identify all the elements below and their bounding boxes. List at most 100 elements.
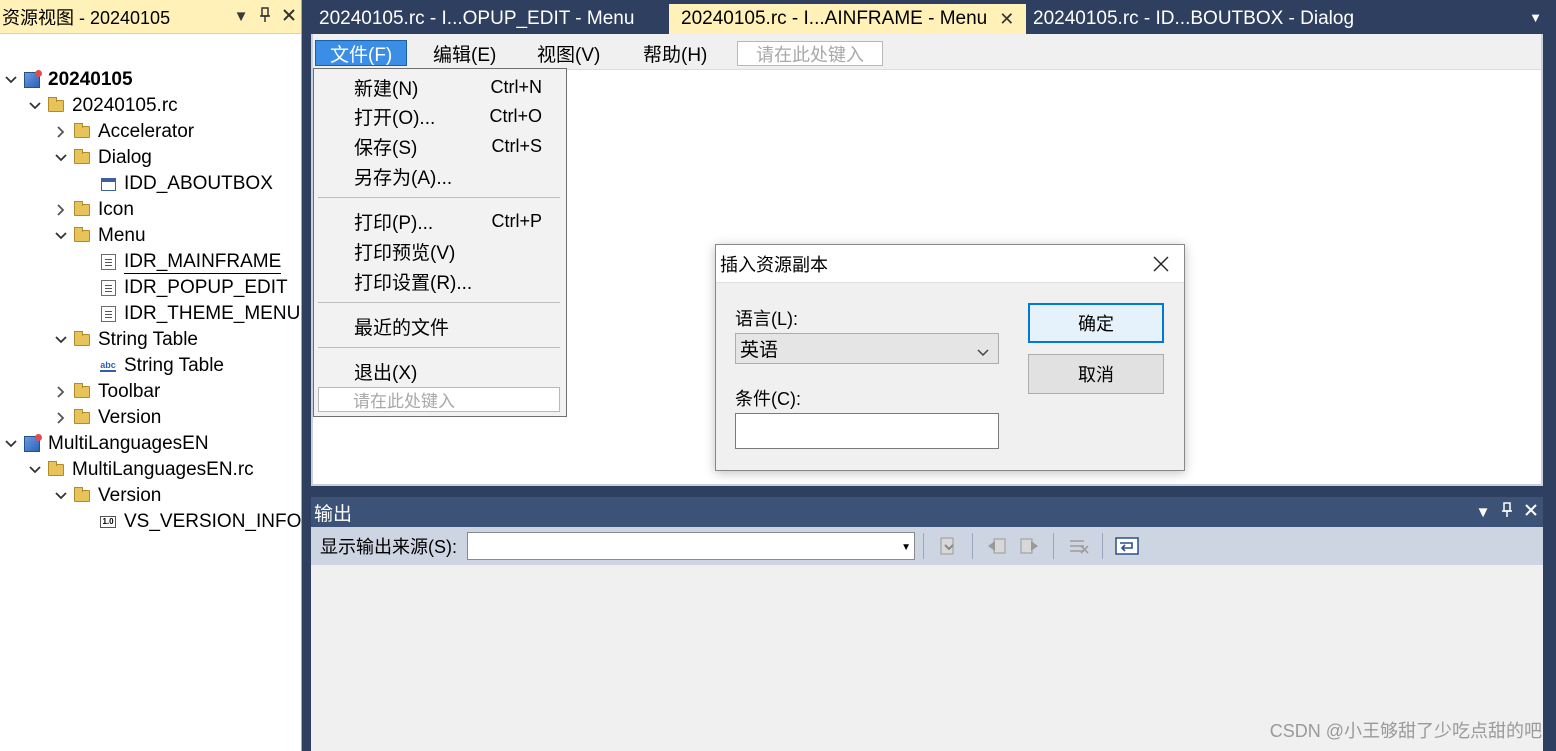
- chevron-down-icon[interactable]: [50, 336, 72, 344]
- tree-item-string-table[interactable]: abc String Table: [76, 353, 224, 379]
- ok-button[interactable]: 确定: [1028, 303, 1164, 343]
- output-title: 输出: [314, 503, 353, 525]
- menu-item-label: 打开(O)...: [354, 107, 436, 129]
- folder-icon: [72, 487, 92, 505]
- chevron-down-icon[interactable]: [24, 466, 46, 474]
- clear-all-icon[interactable]: [1066, 534, 1090, 558]
- output-source-select[interactable]: ▼: [467, 532, 915, 560]
- tab-popup-edit-menu[interactable]: 20240105.rc - I...OPUP_EDIT - Menu: [307, 4, 646, 34]
- chevron-down-icon[interactable]: [50, 492, 72, 500]
- menu-item-exit[interactable]: 退出(X): [354, 357, 554, 385]
- dropdown-icon[interactable]: ▼: [1471, 504, 1495, 521]
- tab-mainframe-menu[interactable]: 20240105.rc - I...AINFRAME - Menu ✕: [669, 4, 1027, 34]
- tree-item-toolbar[interactable]: Toolbar: [50, 379, 160, 405]
- tree-item-label: Dialog: [98, 147, 152, 168]
- menu-item-recent-files[interactable]: 最近的文件: [354, 312, 554, 340]
- tree-item-idr-mainframe[interactable]: IDR_MAINFRAME: [76, 249, 282, 275]
- tree-item-rc-file[interactable]: MultiLanguagesEN.rc: [24, 457, 254, 483]
- tree-item-label: MultiLanguagesEN: [48, 433, 209, 454]
- chevron-down-icon[interactable]: [24, 102, 46, 110]
- chevron-down-icon: ▼: [901, 542, 911, 553]
- tab-label: 20240105.rc - ID...BOUTBOX - Dialog: [1033, 8, 1355, 29]
- chevron-right-icon[interactable]: [50, 412, 72, 424]
- tree-item-idr-popup-edit[interactable]: IDR_POPUP_EDIT: [76, 275, 288, 301]
- tree-item-project-multilanguagesen[interactable]: MultiLanguagesEN: [0, 431, 209, 457]
- menu-item-new[interactable]: 新建(N) Ctrl+N: [354, 73, 554, 101]
- menu-item-print-preview[interactable]: 打印预览(V): [354, 237, 554, 265]
- menu-view[interactable]: 视图(V): [523, 40, 614, 66]
- resource-view-panel: 资源视图 - 20240105 ▼ 20240105 20240105.rc A…: [0, 0, 302, 751]
- dropdown-icon[interactable]: ▼: [229, 8, 253, 25]
- menu-help[interactable]: 帮助(H): [629, 40, 721, 66]
- menu-item-save[interactable]: 保存(S) Ctrl+S: [354, 132, 554, 160]
- menu-item-print[interactable]: 打印(P)... Ctrl+P: [354, 207, 554, 235]
- next-message-icon[interactable]: [1017, 534, 1041, 558]
- menu-item-label: 退出(X): [354, 362, 418, 384]
- menu-type-here-placeholder[interactable]: 请在此处键入: [318, 387, 560, 412]
- tree-item-label: VS_VERSION_INFO: [124, 511, 302, 532]
- tab-label: 20240105.rc - I...AINFRAME - Menu: [681, 8, 988, 29]
- tree-item-dialog[interactable]: Dialog: [50, 145, 152, 171]
- tree-item-label: IDR_MAINFRAME: [124, 250, 282, 274]
- tree-item-idr-theme-menu[interactable]: IDR_THEME_MENU: [76, 301, 300, 327]
- dialog-resource-icon: [98, 175, 118, 193]
- menu-item-label: 新建(N): [354, 78, 419, 100]
- close-icon[interactable]: [1138, 245, 1184, 283]
- tree-item-menu[interactable]: Menu: [50, 223, 146, 249]
- close-icon[interactable]: [277, 8, 301, 26]
- tree-item-label: Toolbar: [98, 381, 161, 402]
- menu-type-here-placeholder[interactable]: 请在此处键入: [737, 41, 883, 66]
- folder-icon: [72, 383, 92, 401]
- tree-item-label: MultiLanguagesEN.rc: [72, 459, 254, 480]
- chevron-down-icon[interactable]: [50, 154, 72, 162]
- menu-item-open[interactable]: 打开(O)... Ctrl+O: [354, 102, 554, 130]
- close-icon[interactable]: [1519, 503, 1543, 521]
- menu-file[interactable]: 文件(F): [315, 40, 408, 66]
- tree-item-idd-aboutbox[interactable]: IDD_ABOUTBOX: [76, 171, 273, 197]
- tree-item-label: String Table: [124, 355, 224, 376]
- folder-icon: [72, 201, 92, 219]
- language-select[interactable]: 英语: [735, 333, 999, 364]
- tree-item-string-table-folder[interactable]: String Table: [50, 327, 198, 353]
- chevron-right-icon[interactable]: [50, 204, 72, 216]
- folder-icon: [72, 331, 92, 349]
- tree-item-version[interactable]: Version: [50, 405, 161, 431]
- chevron-down-icon[interactable]: [0, 76, 22, 84]
- menu-item-save-as[interactable]: 另存为(A)...: [354, 162, 554, 190]
- find-message-icon[interactable]: [936, 534, 960, 558]
- dialog-title: 插入资源副本: [720, 254, 828, 275]
- output-panel: 输出 ▼ 显示输出来源(S): ▼: [311, 497, 1543, 751]
- output-toolbar: 显示输出来源(S): ▼: [311, 527, 1543, 565]
- tree-item-vs-version-info[interactable]: 1.0 VS_VERSION_INFO: [76, 509, 301, 535]
- word-wrap-icon[interactable]: [1115, 534, 1139, 558]
- pin-icon[interactable]: [253, 6, 277, 27]
- tab-list-dropdown-icon[interactable]: ▼: [1529, 10, 1542, 25]
- chevron-down-icon[interactable]: [0, 440, 22, 448]
- tree-item-project-20240105[interactable]: 20240105: [0, 67, 133, 93]
- tree-item-label: IDR_POPUP_EDIT: [124, 277, 288, 298]
- resource-view-title: 资源视图 - 20240105: [2, 7, 171, 28]
- condition-input[interactable]: [735, 413, 999, 449]
- tree-item-accelerator[interactable]: Accelerator: [50, 119, 194, 145]
- close-icon[interactable]: ✕: [999, 9, 1014, 30]
- menu-item-print-setup[interactable]: 打印设置(R)...: [354, 267, 554, 295]
- tree-item-icon[interactable]: Icon: [50, 197, 134, 223]
- menu-edit[interactable]: 编辑(E): [419, 40, 510, 66]
- tab-aboutbox-dialog[interactable]: 20240105.rc - ID...BOUTBOX - Dialog: [1021, 4, 1366, 34]
- previous-message-icon[interactable]: [985, 534, 1009, 558]
- pin-icon[interactable]: [1495, 502, 1519, 522]
- menu-item-label: 另存为(A)...: [354, 167, 453, 189]
- menu-item-label: 打印预览(V): [354, 242, 456, 264]
- chevron-right-icon[interactable]: [50, 126, 72, 138]
- chevron-down-icon[interactable]: [50, 232, 72, 240]
- window-edge: [1543, 34, 1556, 751]
- menu-item-shortcut: Ctrl+N: [490, 76, 542, 97]
- chevron-right-icon[interactable]: [50, 386, 72, 398]
- tree-item-version[interactable]: Version: [50, 483, 161, 509]
- cancel-button[interactable]: 取消: [1028, 354, 1164, 394]
- tree-item-rc-file[interactable]: 20240105.rc: [24, 93, 178, 119]
- folder-icon: [46, 461, 66, 479]
- watermark-text: CSDN @小王够甜了少吃点甜的吧: [1269, 721, 1542, 741]
- language-value: 英语: [740, 340, 779, 361]
- project-icon: [22, 434, 42, 453]
